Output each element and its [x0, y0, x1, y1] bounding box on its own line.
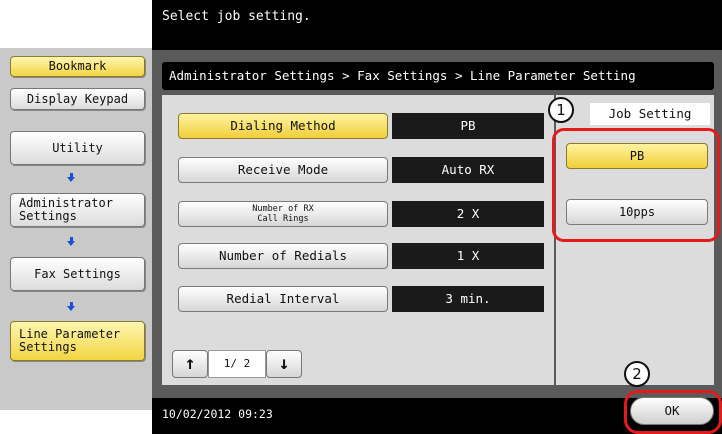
- message-text: Select job setting.: [162, 9, 311, 24]
- message-bar: Select job setting.: [152, 0, 722, 50]
- callout-2: 2: [624, 361, 650, 387]
- ok-button[interactable]: OK: [630, 397, 714, 425]
- number-of-redials-value: 1 X: [392, 243, 544, 269]
- rx-call-rings-label-line1: Number of RX: [252, 204, 314, 214]
- redial-interval-button[interactable]: Redial Interval: [178, 286, 388, 312]
- nav-administrator-settings[interactable]: Administrator Settings: [10, 193, 145, 227]
- breadcrumb: Administrator Settings > Fax Settings > …: [162, 62, 714, 90]
- callout-1: 1: [548, 97, 574, 123]
- page-indicator: 1/ 2: [208, 350, 266, 378]
- rx-call-rings-value: 2 X: [392, 201, 544, 227]
- nav-label-line2: Settings: [19, 340, 77, 354]
- redial-interval-value: 3 min.: [392, 286, 544, 312]
- receive-mode-button[interactable]: Receive Mode: [178, 157, 388, 183]
- rx-call-rings-label-line2: Call Rings: [257, 214, 309, 224]
- dialing-method-value: PB: [392, 113, 544, 139]
- bookmark-button[interactable]: Bookmark: [10, 56, 145, 77]
- job-setting-title: Job Setting: [590, 103, 710, 125]
- highlight-frame: [552, 128, 720, 242]
- display-keypad-button[interactable]: Display Keypad: [10, 88, 145, 110]
- rx-call-rings-button[interactable]: Number of RX Call Rings: [178, 201, 388, 227]
- pager: ↑ 1/ 2 ↓: [172, 350, 322, 378]
- page-down-icon[interactable]: ↓: [266, 350, 302, 378]
- nav-label-line2: Settings: [19, 209, 77, 223]
- dialing-method-button[interactable]: Dialing Method: [178, 113, 388, 139]
- number-of-redials-button[interactable]: Number of Redials: [178, 243, 388, 269]
- receive-mode-value: Auto RX: [392, 157, 544, 183]
- datetime: 10/02/2012 09:23: [162, 407, 273, 421]
- nav-fax-settings[interactable]: Fax Settings: [10, 257, 145, 291]
- nav-line-parameter-settings[interactable]: Line Parameter Settings: [10, 321, 145, 361]
- nav-utility[interactable]: Utility: [10, 131, 145, 165]
- page-up-icon[interactable]: ↑: [172, 350, 208, 378]
